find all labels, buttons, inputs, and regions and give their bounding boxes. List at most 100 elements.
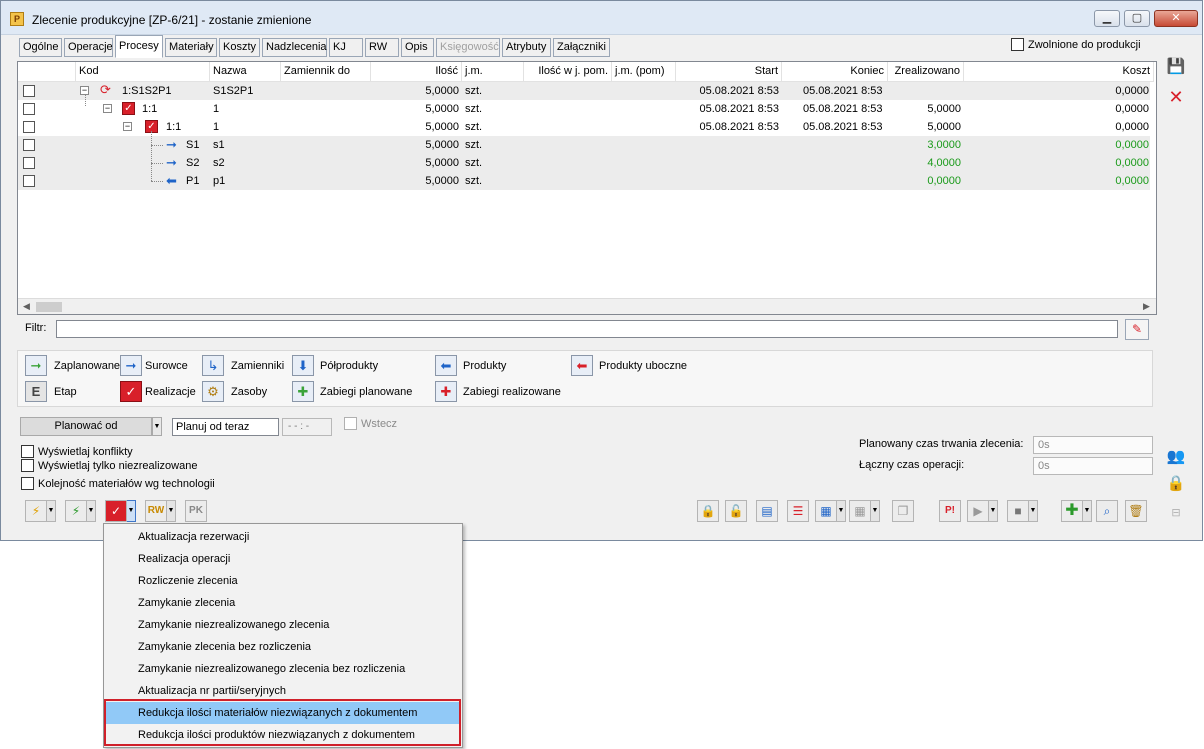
cell-ilosc: 5,0000 [425, 121, 459, 133]
tab-ogolne[interactable]: Ogólne [19, 38, 62, 57]
row-checkbox[interactable] [23, 85, 35, 97]
menu-item-close-order[interactable]: Zamykanie zlecenia [105, 592, 461, 614]
tab-opis[interactable]: Opis [401, 38, 434, 57]
option-material-order[interactable]: Kolejność materiałów wg technologii [21, 477, 215, 490]
chevron-down-icon[interactable]: ▼ [87, 500, 96, 522]
minimize-icon[interactable]: ▁ [1094, 10, 1120, 27]
save-icon[interactable]: 💾 [1164, 56, 1188, 80]
scroll-right-icon[interactable]: ▶ [1143, 301, 1150, 312]
grid-header-koniec[interactable]: Koniec [782, 62, 888, 82]
document-icon[interactable]: ▤ [756, 500, 778, 522]
tab-rw[interactable]: RW [365, 38, 399, 57]
tab-kj[interactable]: KJ [329, 38, 363, 57]
pk-icon: PK [185, 500, 207, 522]
clear-filter-icon[interactable]: ✎ [1125, 319, 1149, 340]
chevron-down-icon[interactable]: ▼ [837, 500, 846, 522]
option-conflicts[interactable]: Wyświetlaj konflikty [21, 445, 133, 458]
chevron-down-icon[interactable]: ▼ [152, 417, 162, 436]
collapse-icon[interactable]: − [103, 104, 112, 113]
chevron-down-icon[interactable]: ▼ [127, 500, 136, 522]
tab-nadzlecenia[interactable]: Nadzlecenia [262, 38, 327, 57]
gantt-icon[interactable]: ☰ [787, 500, 809, 522]
plan-from-input[interactable]: Planuj od teraz [172, 418, 279, 436]
tab-procesy[interactable]: Procesy [115, 35, 163, 58]
row-checkbox[interactable] [23, 157, 35, 169]
unrealized-check-box[interactable] [21, 459, 34, 472]
table-row[interactable]: ➞ S1 s1 5,0000 szt. 3,0000 0,0000 [18, 131, 1150, 154]
grid-header-kod[interactable]: Kod [76, 62, 210, 82]
play-icon: ▶ [967, 500, 989, 522]
backward-label: Wstecz [361, 418, 398, 430]
chevron-down-icon[interactable]: ▼ [1029, 500, 1038, 522]
realization-check-icon[interactable]: ✓ [105, 500, 127, 522]
grid-header-zamiennik[interactable]: Zamiennik do [281, 62, 371, 82]
rw-icon[interactable]: RW [145, 500, 167, 522]
grid-header-koszt[interactable]: Koszt [964, 62, 1154, 82]
row-checkbox[interactable] [23, 139, 35, 151]
puzzle-icon: ✚ [435, 381, 457, 402]
table-row[interactable]: − ⟳ 1:S1S2P1 S1S2P1 5,0000 szt. 05.08.20… [18, 82, 1150, 100]
table-row[interactable]: − ✓ 1:1 1 5,0000 szt. 05.08.2021 8:53 05… [18, 94, 1150, 118]
grid-header-start[interactable]: Start [676, 62, 782, 82]
grid-header-jm-pom[interactable]: j.m. (pom) [612, 62, 676, 82]
released-checkbox[interactable]: Zwolnione do produkcji [1011, 38, 1141, 51]
priority-icon[interactable]: P! [939, 500, 961, 522]
copy-icon: ❐ [892, 500, 914, 522]
material-order-check-box[interactable] [21, 477, 34, 490]
grid-header-jm[interactable]: j.m. [462, 62, 524, 82]
conflicts-check-box[interactable] [21, 445, 34, 458]
tab-zalaczniki[interactable]: Załączniki [553, 38, 610, 57]
users-icon[interactable]: 👥 [1164, 446, 1188, 470]
lightning-icon[interactable]: ⚡ [25, 500, 47, 522]
row-checkbox[interactable] [23, 121, 35, 133]
grid-header-zrealizowano[interactable]: Zrealizowano [888, 62, 964, 82]
tab-atrybuty[interactable]: Atrybuty [502, 38, 551, 57]
grid-header-ilosc-pom[interactable]: Ilość w j. pom. [524, 62, 612, 82]
menu-item-close-order-no-settlement[interactable]: Zamykanie zlecenia bez rozliczenia [105, 636, 461, 658]
table-row[interactable]: ⬅ P1 p1 5,0000 szt. 0,0000 0,0000 [18, 163, 1150, 190]
maximize-icon[interactable]: ▢ [1124, 10, 1150, 27]
menu-item-order-settlement[interactable]: Rozliczenie zlecenia [105, 570, 461, 592]
grid-header-nazwa[interactable]: Nazwa [210, 62, 281, 82]
horizontal-scrollbar[interactable]: ◀ ▶ [18, 298, 1156, 314]
menu-item-close-unrealized-no-settlement[interactable]: Zamykanie niezrealizowanego zlecenia bez… [105, 658, 461, 680]
chevron-down-icon[interactable]: ▼ [1083, 500, 1092, 522]
cancel-icon[interactable]: ✕ [1164, 86, 1188, 110]
menu-item-close-unrealized-order[interactable]: Zamykanie niezrealizowanego zlecenia [105, 614, 461, 636]
plan-from-button[interactable]: Planować od [20, 417, 152, 436]
collapse-icon[interactable]: − [123, 122, 132, 131]
legend-zamienniki: ↳ Zamienniki [202, 355, 284, 377]
filter-input[interactable] [56, 320, 1118, 338]
lightning-green-icon[interactable]: ⚡ [65, 500, 87, 522]
close-icon[interactable]: ✕ [1154, 10, 1198, 27]
row-checkbox[interactable] [23, 175, 35, 187]
cell-koniec: 05.08.2021 8:53 [803, 103, 883, 115]
unlock-icon[interactable]: 🔓 [725, 500, 747, 522]
tab-materialy[interactable]: Materiały [165, 38, 217, 57]
menu-item-operation-realization[interactable]: Realizacja operacji [105, 548, 461, 570]
lock-icon[interactable]: 🔒 [697, 500, 719, 522]
chevron-down-icon[interactable]: ▼ [989, 500, 998, 522]
chevron-down-icon[interactable]: ▼ [167, 500, 176, 522]
cell-zrealizowano: 4,0000 [927, 157, 961, 169]
table-row[interactable]: ➞ S2 s2 5,0000 szt. 4,0000 0,0000 [18, 145, 1150, 172]
chart-icon[interactable]: ▦ [815, 500, 837, 522]
tab-operacje[interactable]: Operacje [64, 38, 113, 57]
released-check-box[interactable] [1011, 38, 1024, 51]
grid-header-ilosc[interactable]: Ilość [371, 62, 462, 82]
scroll-thumb[interactable] [36, 302, 62, 312]
trash-icon[interactable]: 🗑 [1125, 500, 1147, 522]
highlight-box [104, 699, 461, 746]
search-icon[interactable]: ⌕ [1096, 500, 1118, 522]
realization-check-icon: ✓ [122, 102, 135, 115]
chevron-down-icon[interactable]: ▼ [871, 500, 880, 522]
row-checkbox[interactable] [23, 103, 35, 115]
table-row[interactable]: − ✓ 1:1 1 5,0000 szt. 05.08.2021 8:53 05… [18, 118, 1150, 136]
tab-koszty[interactable]: Koszty [219, 38, 260, 57]
scroll-left-icon[interactable]: ◀ [23, 301, 30, 312]
chevron-down-icon[interactable]: ▼ [47, 500, 56, 522]
menu-item-update-reservations[interactable]: Aktualizacja rezerwacji [105, 526, 461, 548]
legend-produkty: ⬅ Produkty [435, 355, 506, 377]
add-icon[interactable]: ✚ [1061, 500, 1083, 522]
option-unrealized[interactable]: Wyświetlaj tylko niezrealizowane [21, 459, 197, 472]
